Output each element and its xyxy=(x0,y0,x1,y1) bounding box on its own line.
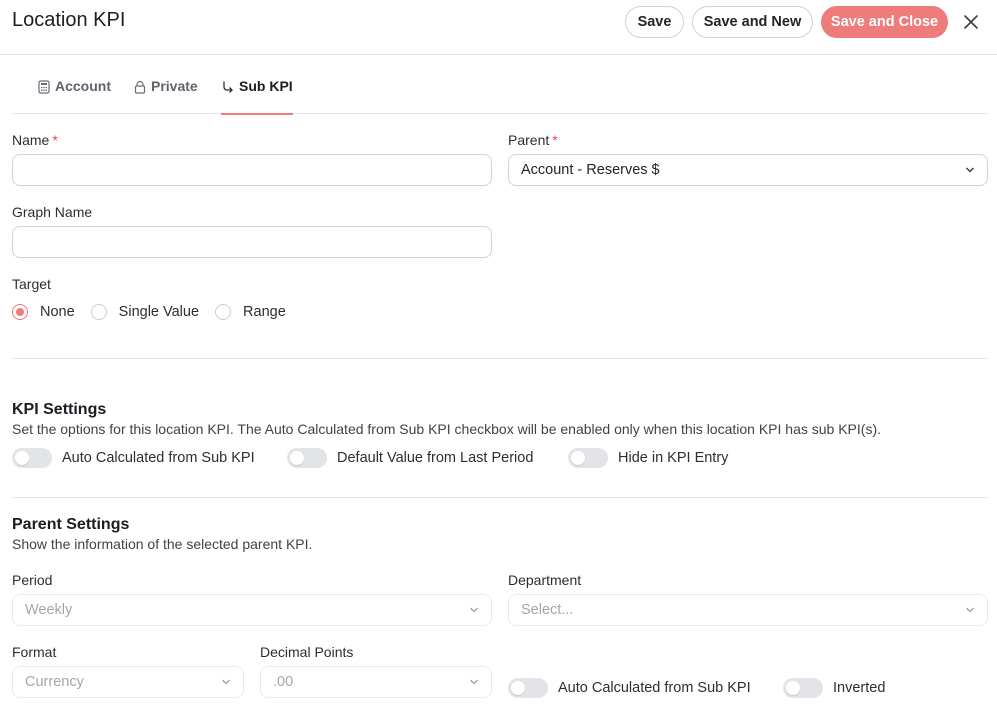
name-input[interactable] xyxy=(12,154,492,186)
chevron-down-icon xyxy=(222,679,230,685)
section-divider xyxy=(12,358,988,359)
period-select-value: Weekly xyxy=(25,602,73,618)
tab-private-label: Private xyxy=(151,78,198,94)
auto-calculated-toggle-row: Auto Calculated from Sub KPI xyxy=(12,448,255,468)
target-label: Target xyxy=(12,276,51,292)
auto-calculated-label: Auto Calculated from Sub KPI xyxy=(62,450,255,466)
section-divider xyxy=(12,497,988,498)
inverted-toggle-row: Inverted xyxy=(783,678,885,698)
period-select: Weekly xyxy=(12,594,492,626)
default-value-label: Default Value from Last Period xyxy=(337,450,534,466)
graph-name-label: Graph Name xyxy=(12,204,93,220)
tab-bar: Account Private Sub KPI xyxy=(12,78,988,115)
save-button[interactable]: Save xyxy=(625,6,684,38)
period-label: Period xyxy=(12,572,53,588)
name-field-label: Name * xyxy=(12,132,58,148)
default-value-toggle[interactable] xyxy=(287,448,327,468)
tab-sub-kpi-label: Sub KPI xyxy=(239,78,293,94)
kpi-settings-title: KPI Settings xyxy=(12,401,107,418)
target-option-range-label: Range xyxy=(243,304,286,320)
parent-field-label: Parent * xyxy=(508,132,558,148)
chevron-down-icon xyxy=(470,679,478,685)
decimal-points-select: .00 xyxy=(260,666,492,698)
parent-select-value: Account - Reserves $ xyxy=(521,162,660,178)
required-mark: * xyxy=(552,132,558,148)
target-radio-range[interactable] xyxy=(215,304,232,320)
chevron-down-icon xyxy=(470,607,478,613)
decimal-points-label: Decimal Points xyxy=(260,644,354,660)
target-radio-group: None Single Value Range xyxy=(12,303,286,321)
tab-account[interactable]: Account xyxy=(37,78,111,114)
graph-name-input[interactable] xyxy=(12,226,492,258)
parent-auto-calculated-toggle-row: Auto Calculated from Sub KPI xyxy=(508,678,751,698)
inverted-label: Inverted xyxy=(833,680,886,696)
lock-icon xyxy=(134,80,146,94)
required-mark: * xyxy=(52,132,58,148)
chevron-down-icon xyxy=(966,607,974,613)
target-option-single-value-label: Single Value xyxy=(118,304,200,320)
page-title: Location KPI xyxy=(12,9,126,31)
parent-settings-title: Parent Settings xyxy=(12,516,130,533)
default-value-toggle-row: Default Value from Last Period xyxy=(287,448,533,468)
close-icon[interactable] xyxy=(960,11,982,33)
chevron-down-icon xyxy=(966,167,974,173)
tab-sub-kpi[interactable]: Sub KPI xyxy=(221,78,293,115)
kpi-settings-description: Set the options for this location KPI. T… xyxy=(12,421,881,437)
modal-header: Location KPI Save Save and New Save and … xyxy=(0,0,997,55)
department-select: Select... xyxy=(508,594,988,626)
hide-in-kpi-entry-toggle-row: Hide in KPI Entry xyxy=(568,448,728,468)
hide-in-kpi-entry-toggle[interactable] xyxy=(568,448,608,468)
department-select-placeholder: Select... xyxy=(521,602,574,618)
format-select: Currency xyxy=(12,666,244,698)
save-and-close-button[interactable]: Save and Close xyxy=(821,6,948,38)
format-label: Format xyxy=(12,644,57,660)
target-option-none-label: None xyxy=(40,304,75,320)
auto-calculated-toggle[interactable] xyxy=(12,448,52,468)
parent-settings-description: Show the information of the selected par… xyxy=(12,536,313,552)
format-select-value: Currency xyxy=(25,674,84,690)
tab-account-label: Account xyxy=(55,78,111,94)
department-label: Department xyxy=(508,572,582,588)
branch-arrow-icon xyxy=(223,81,233,93)
save-and-new-button[interactable]: Save and New xyxy=(692,6,813,38)
parent-auto-calculated-toggle xyxy=(508,678,548,698)
target-radio-single-value[interactable] xyxy=(90,304,107,320)
tab-private[interactable]: Private xyxy=(133,78,198,114)
hide-in-kpi-entry-label: Hide in KPI Entry xyxy=(618,450,729,466)
inverted-toggle xyxy=(783,678,823,698)
target-radio-none[interactable] xyxy=(12,304,28,320)
parent-select[interactable]: Account - Reserves $ xyxy=(508,154,988,186)
decimal-points-select-value: .00 xyxy=(273,674,294,690)
parent-auto-calculated-label: Auto Calculated from Sub KPI xyxy=(558,680,751,696)
calculator-icon xyxy=(38,80,50,94)
